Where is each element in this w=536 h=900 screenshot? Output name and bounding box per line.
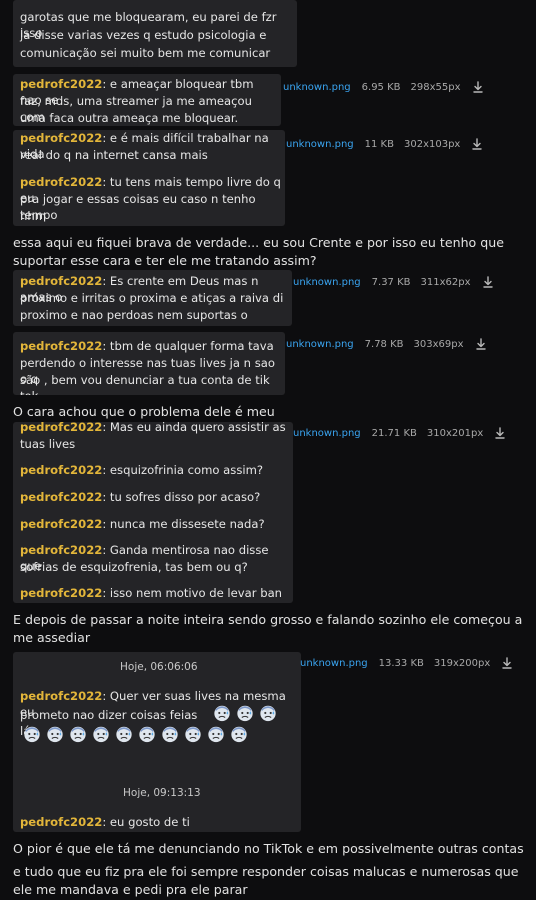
attachment-filename[interactable]: unknown.png bbox=[293, 277, 361, 288]
attachment-info: unknown.png 13.33 KB 319x200px bbox=[300, 656, 514, 670]
attachment-filename[interactable]: unknown.png bbox=[300, 658, 368, 669]
download-icon[interactable] bbox=[470, 137, 484, 151]
message-line: ja disse varias vezes q estudo psicologi… bbox=[20, 28, 267, 42]
chat-screenshot-3[interactable]: pedrofc2022: e é mais difícil trabalhar … bbox=[13, 130, 285, 226]
cold-sweat-face-icon bbox=[92, 725, 110, 743]
message-text: Mas eu ainda quero assistir as bbox=[109, 422, 286, 434]
chat-screenshot-7[interactable]: Hoje, 06:06:06 pedrofc2022: Quer ver sua… bbox=[13, 652, 301, 832]
message-text: esquizofrinia como assim? bbox=[109, 463, 264, 477]
cold-sweat-face-icon bbox=[236, 704, 254, 722]
message: pedrofc2022: eu gosto de ti bbox=[20, 815, 190, 829]
cold-sweat-face-icon bbox=[259, 704, 277, 722]
cold-sweat-face-icon bbox=[138, 725, 156, 743]
attachment-size: 21.71 KB bbox=[371, 427, 417, 439]
cold-sweat-face-icon bbox=[161, 725, 179, 743]
chat-screenshot-4[interactable]: pedrofc2022: Es crente em Deus mas n ama… bbox=[13, 270, 292, 326]
cold-sweat-face-icon bbox=[115, 725, 133, 743]
message: pedrofc2022: isso nem motivo de levar ba… bbox=[20, 586, 283, 600]
message-line: sofrias de esquizofrenia, tas bem ou q? bbox=[20, 560, 248, 574]
username: pedrofc2022 bbox=[20, 274, 103, 288]
message-text: eu gosto de ti bbox=[109, 815, 190, 829]
cold-sweat-face-icon bbox=[46, 725, 64, 743]
chat-screenshot-6[interactable]: pedrofc2022: Mas eu ainda quero assistir… bbox=[13, 422, 293, 603]
message-line: comunicação sei muito bem me comunicar bbox=[20, 46, 271, 60]
message-text: O cara achou que o problema dele é meu bbox=[13, 404, 275, 419]
message-text: O pior é que ele tá me denunciando no Ti… bbox=[13, 841, 524, 856]
attachment-size: 13.33 KB bbox=[378, 657, 424, 669]
message-line: são , bem vou denunciar a tua conta de t… bbox=[20, 373, 270, 395]
message: pedrofc2022: tbm de qualquer forma tava bbox=[20, 339, 274, 353]
timestamp: Hoje, 06:06:06 bbox=[120, 661, 198, 673]
username: pedrofc2022 bbox=[20, 689, 103, 703]
download-icon[interactable] bbox=[481, 275, 495, 289]
attachment-size: 7.37 KB bbox=[371, 276, 411, 288]
message-text: isso nem motivo de levar ban bbox=[109, 586, 283, 600]
message: pedrofc2022: nunca me dissesete nada? bbox=[20, 517, 265, 531]
attachment-filename[interactable]: unknown.png bbox=[286, 139, 354, 150]
attachment-info: unknown.png 6.95 KB 298x55px bbox=[283, 80, 485, 94]
message-text: e tudo que eu fiz pra ele foi sempre res… bbox=[13, 864, 519, 897]
download-icon[interactable] bbox=[500, 656, 514, 670]
attachment-dimensions: 310x201px bbox=[426, 427, 484, 439]
message-line: uma faca outra ameaça me bloquear. bbox=[20, 111, 239, 125]
emoji-group bbox=[213, 704, 298, 726]
username: pedrofc2022 bbox=[20, 131, 103, 145]
username: pedrofc2022 bbox=[20, 543, 103, 557]
attachment-info: unknown.png 7.37 KB 311x62px bbox=[293, 275, 495, 289]
attachment-size: 7.78 KB bbox=[364, 338, 404, 350]
message: pedrofc2022: Mas eu ainda quero assistir… bbox=[20, 422, 286, 434]
username: pedrofc2022 bbox=[20, 517, 103, 531]
username: pedrofc2022 bbox=[20, 463, 103, 477]
chat-screenshot-5[interactable]: pedrofc2022: tbm de qualquer forma tava … bbox=[13, 332, 285, 395]
attachment-dimensions: 302x103px bbox=[403, 138, 461, 150]
attachment-filename[interactable]: unknown.png bbox=[283, 82, 351, 93]
attachment-size: 6.95 KB bbox=[361, 81, 401, 93]
cold-sweat-face-icon bbox=[213, 704, 231, 722]
username: pedrofc2022 bbox=[20, 175, 103, 189]
attachment-size: 11 KB bbox=[364, 138, 394, 150]
message-text: nunca me dissesete nada? bbox=[109, 517, 265, 531]
attachment-dimensions: 319x200px bbox=[433, 657, 491, 669]
attachment-info: unknown.png 11 KB 302x103px bbox=[286, 137, 484, 151]
cold-sweat-face-icon bbox=[230, 725, 248, 743]
attachment-filename[interactable]: unknown.png bbox=[293, 428, 361, 439]
message-line: próximo e irritas o proxima e atiças a r… bbox=[20, 291, 284, 305]
message-text: E depois de passar a noite inteira sendo… bbox=[13, 612, 523, 645]
attachment-dimensions: 298x55px bbox=[410, 81, 461, 93]
attachment-dimensions: 311x62px bbox=[420, 276, 471, 288]
download-icon[interactable] bbox=[493, 426, 507, 440]
message-line: tuas lives bbox=[20, 437, 76, 451]
chat-screenshot-1[interactable]: garotas que me bloquearam, eu parei de f… bbox=[13, 0, 297, 67]
message-text: tu sofres disso por acaso? bbox=[109, 490, 261, 504]
attachment-dimensions: 303x69px bbox=[413, 338, 464, 350]
download-icon[interactable] bbox=[474, 337, 488, 351]
message: pedrofc2022: tu sofres disso por acaso? bbox=[20, 490, 261, 504]
timestamp: Hoje, 09:13:13 bbox=[123, 787, 201, 799]
username: pedrofc2022 bbox=[20, 339, 103, 353]
message-text: tbm de qualquer forma tava bbox=[109, 339, 274, 353]
message-line: real do q na internet cansa mais bbox=[20, 148, 208, 162]
username: pedrofc2022 bbox=[20, 815, 103, 829]
username: pedrofc2022 bbox=[20, 586, 103, 600]
username: pedrofc2022 bbox=[20, 77, 103, 91]
attachment-info: unknown.png 21.71 KB 310x201px bbox=[293, 426, 507, 440]
cold-sweat-face-icon bbox=[184, 725, 202, 743]
message-line: proximo e nao perdoas nem suportas o pro… bbox=[20, 308, 248, 326]
attachment-filename[interactable]: unknown.png bbox=[286, 339, 354, 350]
emoji-group bbox=[23, 725, 293, 747]
cold-sweat-face-icon bbox=[23, 725, 41, 743]
cold-sweat-face-icon bbox=[69, 725, 87, 743]
username: pedrofc2022 bbox=[20, 490, 103, 504]
cold-sweat-face-icon bbox=[207, 725, 225, 743]
message-text: essa aqui eu fiquei brava de verdade... … bbox=[13, 235, 504, 268]
username: pedrofc2022 bbox=[20, 422, 103, 434]
message-line: nhm bbox=[20, 209, 46, 223]
chat-screenshot-2[interactable]: pedrofc2022: e ameaçar bloquear tbm nao … bbox=[13, 74, 281, 126]
message: pedrofc2022: esquizofrinia como assim? bbox=[20, 463, 264, 477]
download-icon[interactable] bbox=[471, 80, 485, 94]
attachment-info: unknown.png 7.78 KB 303x69px bbox=[286, 337, 488, 351]
